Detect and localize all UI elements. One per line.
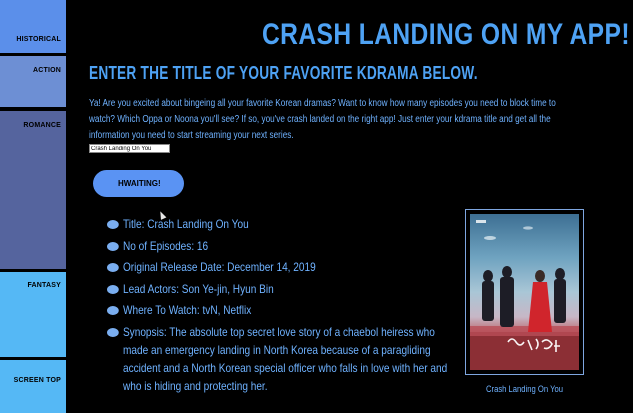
sidebar-nav: HISTORICAL ACTION ROMANCE FANTASY SCREEN… [0, 0, 67, 413]
sidebar-item-label: HISTORICAL [16, 36, 61, 43]
list-item: Synopsis: The absolute top secret love s… [107, 323, 451, 395]
sidebar-item-label: SCREEN TOP [13, 377, 61, 384]
detail-release-date: Original Release Date: December 14, 2019 [122, 260, 316, 275]
list-item: Title: Crash Landing On You [107, 215, 405, 233]
bullet-icon [107, 306, 119, 316]
poster-frame [465, 209, 584, 375]
sidebar-item-romance[interactable]: ROMANCE [0, 111, 66, 269]
list-item: No of Episodes: 16 [107, 237, 405, 255]
sidebar-item-screen-top[interactable]: SCREEN TOP [0, 360, 66, 413]
list-item: Where To Watch: tvN, Netflix [107, 301, 405, 319]
list-item: Lead Actors: Son Ye-jin, Hyun Bin [107, 280, 405, 298]
list-item: Original Release Date: December 14, 2019 [107, 258, 405, 276]
page-title: CRASH LANDING ON MY APP! [262, 18, 630, 52]
sidebar-item-label: ROMANCE [23, 122, 61, 129]
poster-caption: Crash Landing On You [485, 384, 563, 394]
page-subtitle: ENTER THE TITLE OF YOUR FAVORITE KDRAMA … [89, 62, 478, 83]
bullet-icon [107, 327, 119, 337]
bullet-icon [107, 220, 119, 229]
detail-episodes: No of Episodes: 16 [122, 238, 209, 253]
hwaiting-button[interactable]: HWAITING! [93, 170, 184, 197]
sidebar-item-fantasy[interactable]: FANTASY [0, 272, 66, 357]
sidebar-item-historical[interactable]: HISTORICAL [0, 0, 66, 53]
sidebar-item-label: ACTION [32, 67, 61, 74]
bullet-icon [107, 284, 119, 294]
drama-details-list: Title: Crash Landing On You No of Episod… [107, 215, 462, 399]
sidebar-item-action[interactable]: ACTION [0, 56, 66, 107]
bullet-icon [107, 263, 119, 273]
poster-illustration [470, 220, 579, 370]
app-page: HISTORICAL ACTION ROMANCE FANTASY SCREEN… [0, 0, 633, 413]
detail-synopsis: Synopsis: The absolute top secret love s… [122, 324, 448, 393]
sidebar-item-label: FANTASY [27, 282, 61, 289]
bullet-icon [107, 241, 119, 251]
drama-poster-image [470, 214, 579, 370]
intro-text: Ya! Are you excited about bingeing all y… [89, 98, 556, 141]
detail-title: Title: Crash Landing On You [122, 217, 249, 231]
detail-lead-actors: Lead Actors: Son Ye-jin, Hyun Bin [122, 281, 274, 296]
kdrama-title-input[interactable] [89, 144, 170, 153]
detail-where-to-watch: Where To Watch: tvN, Netflix [122, 303, 252, 318]
